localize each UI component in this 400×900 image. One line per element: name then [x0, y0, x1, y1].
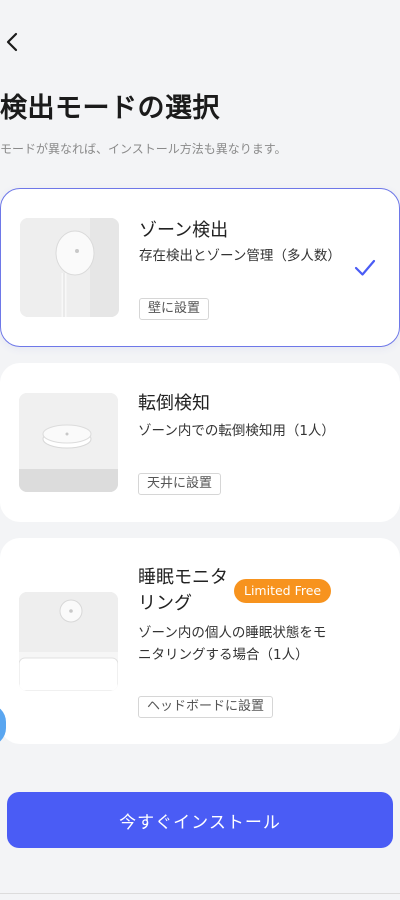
mode-card-zone-detection[interactable]: ゾーン検出 存在検出とゾーン管理（多人数） 壁に設置: [0, 188, 400, 347]
headboard-sensor-image: [19, 592, 118, 691]
ceiling-sensor-image: [19, 393, 118, 492]
mounting-tag: 天井に設置: [138, 473, 222, 495]
mode-title: ゾーン検出: [139, 220, 229, 241]
mode-description: ゾーン内での転倒検知用（1人）: [138, 423, 335, 439]
mode-description: 存在検出とゾーン管理（多人数）: [139, 248, 341, 264]
bottom-divider: [0, 893, 400, 894]
page-title: 検出モードの選択: [0, 93, 220, 124]
mode-title: 睡眠モニタリング: [138, 567, 228, 614]
mounting-tag: ヘッドボードに設置: [138, 696, 274, 718]
wall-mounted-sensor-image: [20, 218, 119, 317]
limited-free-badge: Limited Free: [234, 579, 332, 603]
mode-description: ゾーン内の個人の睡眠状態をモニタリングする場合（1人）: [138, 625, 327, 663]
mode-title: 転倒検知: [138, 393, 210, 414]
back-icon[interactable]: [0, 30, 24, 54]
mode-card-fall-detection[interactable]: 転倒検知 ゾーン内での転倒検知用（1人） 天井に設置: [0, 363, 400, 522]
page-subtitle: モードが異なれば、インストール方法も異なります。: [0, 142, 287, 156]
install-now-button[interactable]: 今すぐインストール: [7, 792, 393, 848]
mounting-tag: 壁に設置: [139, 298, 210, 320]
check-icon: [354, 257, 376, 279]
mode-card-sleep-monitoring[interactable]: 睡眠モニタリング Limited Free ゾーン内の個人の睡眠状態をモニタリン…: [0, 538, 400, 744]
